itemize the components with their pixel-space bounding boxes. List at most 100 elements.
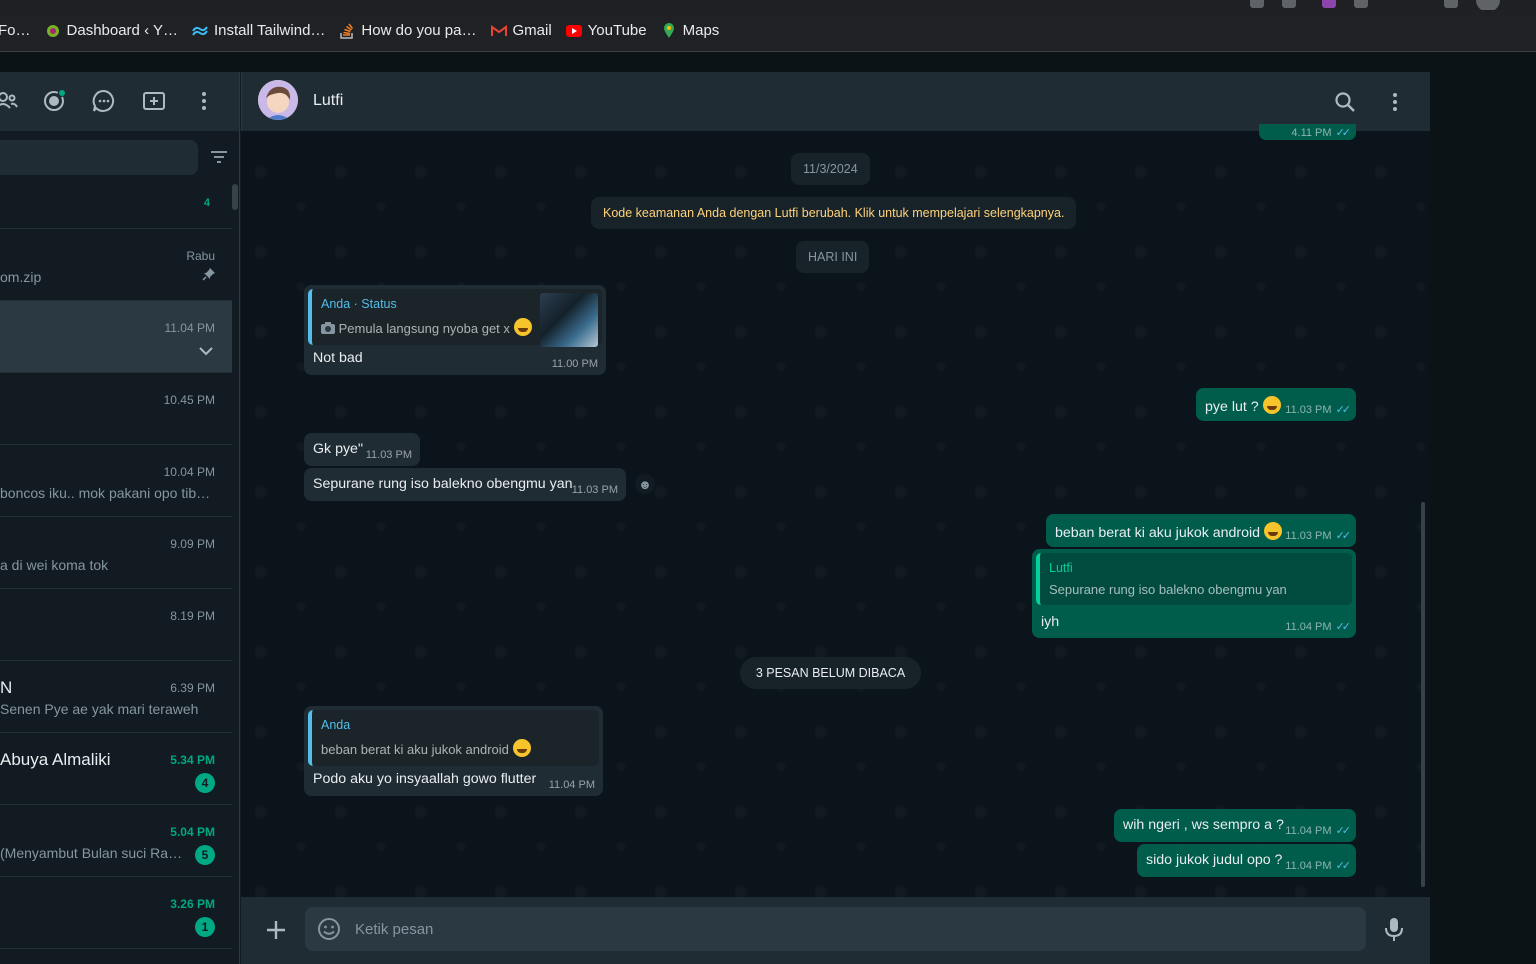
chat-time: Rabu <box>186 249 215 263</box>
bookmark-item[interactable]: Dashboard ‹ Y… <box>45 10 178 52</box>
chat-time: 10.04 PM <box>163 465 215 479</box>
message-text: Sepurane rung iso balekno obengmu yan <box>313 476 573 492</box>
laughing-emoji-icon <box>1262 396 1281 414</box>
message-time: 11.03 PM ✓✓ <box>1285 403 1351 417</box>
chat-list-item[interactable]: 9.09 PM a di wei koma tok <box>0 517 232 589</box>
message-time-text: 11.04 PM <box>1285 824 1332 837</box>
chat-list-sidebar: 4 Rabu om.zip 11.04 PM 10.45 PM 10.04 PM <box>0 72 240 964</box>
sidebar-header <box>0 72 239 131</box>
message-bubble-outgoing[interactable]: Lutfi Sepurane rung iso balekno obengmu … <box>1032 549 1356 638</box>
extension-icon[interactable] <box>1282 0 1296 8</box>
extension-icon[interactable] <box>1250 0 1264 8</box>
chat-list-item[interactable]: N 6.39 PM Senen Pye ae yak mari teraweh <box>0 661 232 733</box>
chat-list: 4 Rabu om.zip 11.04 PM 10.45 PM 10.04 PM <box>0 185 232 949</box>
chat-list-item[interactable]: Rabu om.zip <box>0 229 232 301</box>
message-text-value: beban berat ki aku jukok android <box>1055 525 1261 541</box>
microphone-icon[interactable] <box>1381 915 1407 943</box>
date-divider: 11/3/2024 <box>791 153 870 185</box>
laughing-emoji-icon <box>1264 522 1283 540</box>
compose-bar <box>241 897 1430 964</box>
chat-preview: (Menyambut Bulan suci Ra… <box>0 845 183 861</box>
chat-list-item[interactable]: 10.04 PM boncos iku.. mok pakani opo tib… <box>0 445 232 517</box>
filter-icon[interactable] <box>208 146 230 168</box>
bookmark-label: Gmail <box>512 22 552 39</box>
chat-time: 10.45 PM <box>163 393 215 407</box>
message-bubble-outgoing[interactable]: beban berat ki aku jukok android 11.03 P… <box>1046 514 1356 547</box>
message-time: 11.03 PM <box>571 484 618 496</box>
quote-author: Anda · Status <box>321 297 397 311</box>
status-icon[interactable] <box>41 88 67 114</box>
contact-avatar[interactable] <box>258 80 298 120</box>
quote-author: Anda <box>321 718 351 732</box>
bookmark-label: Fo… <box>0 22 31 39</box>
chevron-down-icon[interactable] <box>196 341 216 361</box>
community-icon[interactable] <box>0 88 20 114</box>
search-chats-input[interactable] <box>0 140 198 175</box>
bookmark-label: Install Tailwind… <box>213 22 326 39</box>
message-input[interactable] <box>355 907 1345 951</box>
bookmark-item[interactable]: YouTube <box>565 10 647 52</box>
emoji-icon[interactable] <box>317 917 341 941</box>
chat-name: Abuya Almaliki <box>0 750 111 769</box>
channels-icon[interactable] <box>91 88 117 114</box>
menu-icon[interactable] <box>1383 90 1407 114</box>
message-bubble-outgoing[interactable]: wih ngeri , ws sempro a ? 11.04 PM ✓✓ <box>1114 809 1356 842</box>
chat-list-item[interactable]: 4 <box>0 185 232 229</box>
chat-list-item[interactable]: 5.04 PM (Menyambut Bulan suci Ra… 5 <box>0 805 232 877</box>
bookmark-item[interactable]: Install Tailwind… <box>192 10 325 52</box>
bookmark-label: YouTube <box>587 22 647 39</box>
message-time-text: 4.11 PM <box>1291 126 1332 139</box>
react-emoji-button[interactable]: ☻ <box>635 474 655 494</box>
message-time: 11.00 PM <box>551 358 598 370</box>
browser-toolbar <box>0 0 1536 12</box>
search-icon[interactable] <box>1333 90 1357 114</box>
window-control-icon[interactable] <box>1444 0 1458 8</box>
attach-plus-icon[interactable] <box>263 917 289 943</box>
message-bubble-incoming[interactable]: Sepurane rung iso balekno obengmu yan 11… <box>304 468 626 501</box>
message-bubble-outgoing[interactable]: 4.11 PM ✓✓ <box>1259 124 1356 140</box>
conversation-scrollbar[interactable] <box>1421 502 1425 887</box>
message-bubble-outgoing[interactable]: sido jukok judul opo ? 11.04 PM ✓✓ <box>1137 844 1356 877</box>
chat-list-item[interactable]: 11.04 PM <box>0 301 232 373</box>
new-chat-icon[interactable] <box>141 88 167 114</box>
chat-list-item[interactable]: Abuya Almaliki 5.34 PM 4 <box>0 733 232 805</box>
message-input-box[interactable] <box>305 907 1366 951</box>
security-notice[interactable]: Kode keamanan Anda dengan Lutfi berubah.… <box>591 197 1077 229</box>
message-bubble-incoming[interactable]: Gk pye" 11.03 PM <box>304 433 420 466</box>
bookmark-item[interactable]: How do you pa… <box>339 10 477 52</box>
chat-preview: om.zip <box>0 269 42 285</box>
read-ticks-icon: ✓✓ <box>1335 621 1352 633</box>
bookmark-item[interactable]: Fo… <box>0 10 31 52</box>
stackoverflow-icon <box>339 23 355 39</box>
menu-icon[interactable] <box>191 88 217 114</box>
quoted-message[interactable]: Anda beban berat ki aku jukok android <box>308 710 599 766</box>
unread-badge: 5 <box>195 845 215 865</box>
extension-icon[interactable] <box>1354 0 1368 8</box>
unread-badge: 1 <box>195 917 215 937</box>
quoted-message[interactable]: Lutfi Sepurane rung iso balekno obengmu … <box>1036 553 1352 605</box>
message-bubble-incoming[interactable]: Anda · Status Pemula langsung nyoba get … <box>304 285 606 375</box>
message-bubble-incoming[interactable]: Anda beban berat ki aku jukok android Po… <box>304 706 603 796</box>
quote-author: Lutfi <box>1049 561 1073 575</box>
chat-preview: Senen Pye ae yak mari teraweh <box>0 701 199 717</box>
chat-list-item[interactable]: 3.26 PM 1 <box>0 877 232 949</box>
message-time: 11.04 PM <box>548 779 595 791</box>
conversation-header[interactable]: Lutfi <box>241 72 1430 131</box>
bookmark-item[interactable]: Maps <box>661 10 719 52</box>
message-time: 11.04 PM ✓✓ <box>1285 859 1351 873</box>
quote-text: Sepurane rung iso balekno obengmu yan <box>1049 582 1287 597</box>
bookmark-item[interactable]: Gmail <box>490 10 552 52</box>
message-bubble-outgoing[interactable]: pye lut ? 11.03 PM ✓✓ <box>1196 388 1356 421</box>
chat-preview: a di wei koma tok <box>0 557 109 573</box>
quote-text-value: Pemula langsung nyoba get x <box>338 321 510 336</box>
message-text: sido jukok judul opo ? <box>1146 852 1283 868</box>
quoted-status[interactable]: Anda · Status Pemula langsung nyoba get … <box>308 289 602 347</box>
unread-messages-divider: 3 PESAN BELUM DIBACA <box>740 657 921 689</box>
chat-list-item[interactable]: 8.19 PM <box>0 589 232 661</box>
message-time: 11.04 PM ✓✓ <box>1285 620 1352 634</box>
extension-icon[interactable] <box>1322 0 1336 8</box>
read-ticks-icon: ✓✓ <box>1335 530 1352 542</box>
sidebar-scrollbar[interactable] <box>232 184 238 210</box>
chat-list-item[interactable]: 10.45 PM <box>0 373 232 445</box>
message-text-value: pye lut ? <box>1205 399 1259 415</box>
